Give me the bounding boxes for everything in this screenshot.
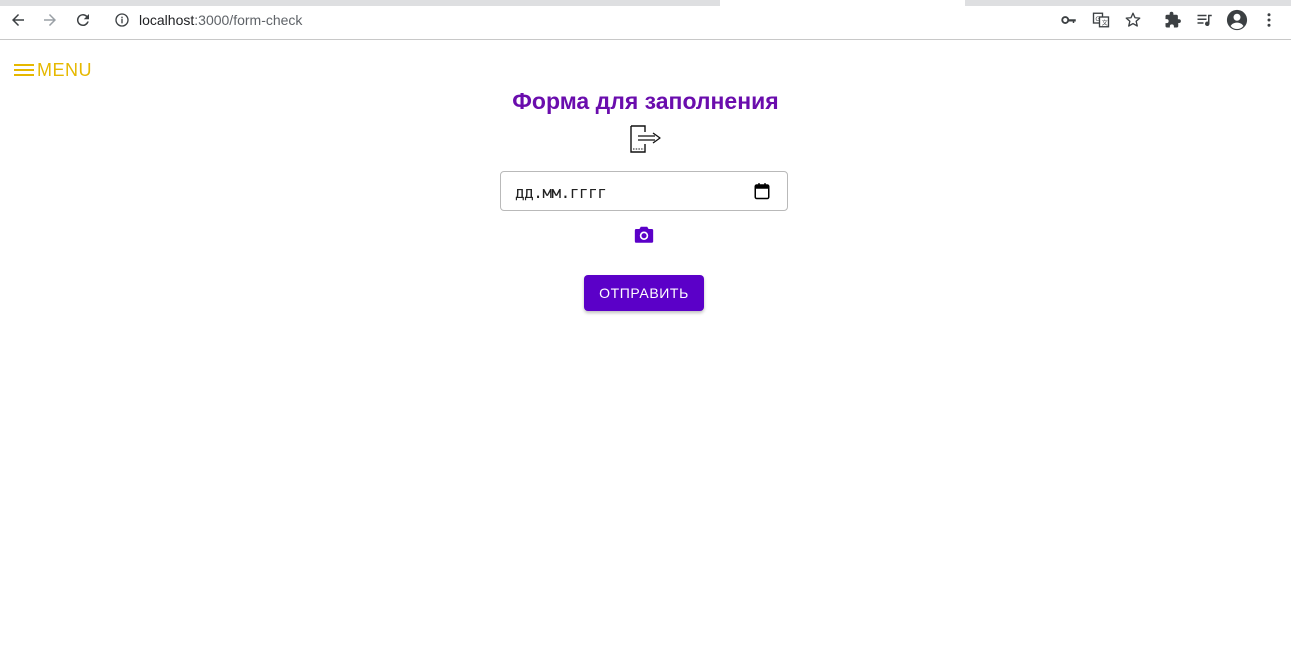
media-icon (1197, 14, 1212, 27)
submit-button[interactable]: ОТПРАВИТЬ (584, 275, 704, 311)
browser-toolbar: localhost:3000/form-check G文 (0, 0, 1291, 40)
date-input-value: дд.мм.гггг (515, 183, 607, 202)
forward-button[interactable] (38, 8, 62, 32)
back-icon (12, 14, 24, 26)
calendar-icon[interactable] (753, 182, 771, 200)
menu-button[interactable]: MENU (14, 58, 92, 82)
menu-label: MENU (37, 59, 92, 80)
svg-text:文: 文 (1102, 19, 1108, 27)
file-export-icon[interactable] (628, 124, 662, 154)
kebab-menu-icon (1267, 13, 1271, 27)
key-button[interactable] (1058, 9, 1080, 31)
address-bar[interactable]: localhost:3000/form-check (104, 6, 1156, 34)
star-icon (1125, 12, 1141, 27)
profile-icon (1226, 9, 1248, 31)
url-text: localhost:3000/form-check (139, 12, 302, 28)
info-icon[interactable] (114, 12, 130, 28)
url-path: :3000/form-check (194, 12, 303, 28)
extensions-button[interactable] (1162, 9, 1184, 31)
reload-icon (76, 14, 89, 27)
svg-text:G: G (1095, 16, 1100, 23)
url-host: localhost (139, 12, 195, 28)
media-button[interactable] (1194, 9, 1216, 31)
back-button[interactable] (6, 8, 30, 32)
extensions-icon (1165, 11, 1181, 28)
date-input[interactable]: дд.мм.гггг (500, 171, 788, 211)
translate-button[interactable]: G文 (1090, 9, 1112, 31)
page-title: Форма для заполнения (512, 88, 779, 114)
camera-icon[interactable] (633, 224, 655, 246)
bookmark-button[interactable] (1122, 9, 1144, 31)
forward-icon (44, 14, 56, 26)
hamburger-icon (14, 63, 34, 77)
translate-icon: G文 (1092, 12, 1110, 28)
browser-menu-button[interactable] (1258, 9, 1280, 31)
reload-button[interactable] (71, 8, 95, 32)
profile-button[interactable] (1226, 9, 1248, 31)
key-icon (1061, 16, 1076, 24)
